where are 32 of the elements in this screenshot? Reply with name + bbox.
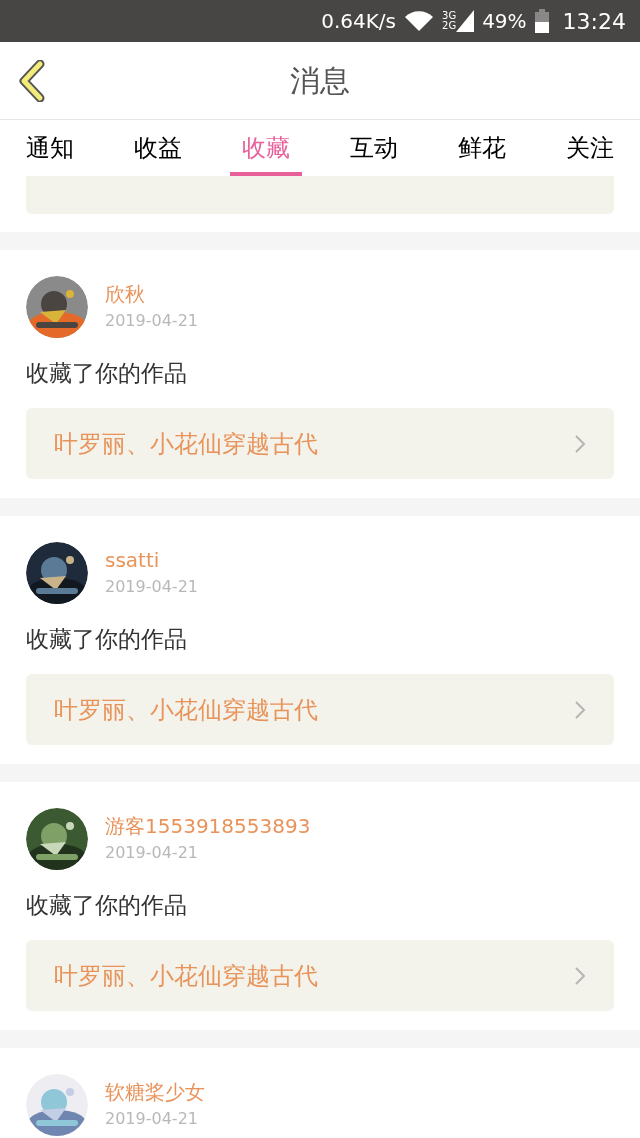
network-label: 2G: [442, 21, 457, 31]
chevron-right-icon: [574, 965, 586, 986]
message-text: 收藏了你的作品: [26, 891, 188, 920]
user-name[interactable]: 欣秋: [105, 280, 198, 308]
work-link[interactable]: 叶罗丽、小花仙穿越古代: [26, 408, 614, 479]
network-label: 3G: [442, 11, 457, 21]
tab[interactable]: 关注: [554, 120, 626, 176]
tab[interactable]: 互动: [338, 120, 410, 176]
user-name[interactable]: 软糖桨少女: [105, 1078, 205, 1106]
tab[interactable]: 收益: [122, 120, 194, 176]
tab[interactable]: 鲜花: [446, 120, 518, 176]
user-name[interactable]: ssatti: [105, 546, 198, 574]
network-speed: 0.64K/s: [321, 8, 396, 35]
page-title: 消息: [290, 62, 350, 100]
tab[interactable]: 通知: [14, 120, 86, 176]
battery-icon: [534, 9, 549, 33]
message-date: 2019-04-21: [105, 1108, 199, 1130]
message-text: 收藏了你的作品: [26, 359, 188, 388]
battery-percent: 49%: [482, 8, 527, 35]
message-text: 收藏了你的作品: [26, 625, 188, 654]
work-link[interactable]: 叶罗丽、小花仙穿越古代: [26, 674, 614, 745]
clock: 13:24: [562, 7, 626, 36]
wifi-icon: [404, 10, 434, 32]
message-date: 2019-04-21: [105, 842, 199, 864]
chevron-right-icon: [574, 699, 586, 720]
chevron-right-icon: [574, 433, 586, 454]
user-name[interactable]: 游客1553918553893: [105, 812, 311, 840]
work-link[interactable]: 叶罗丽、小花仙穿越古代: [26, 940, 614, 1011]
message-date: 2019-04-21: [105, 310, 198, 332]
back-icon: [18, 59, 46, 102]
signal-icon: [456, 10, 475, 32]
message-date: 2019-04-21: [105, 576, 198, 598]
